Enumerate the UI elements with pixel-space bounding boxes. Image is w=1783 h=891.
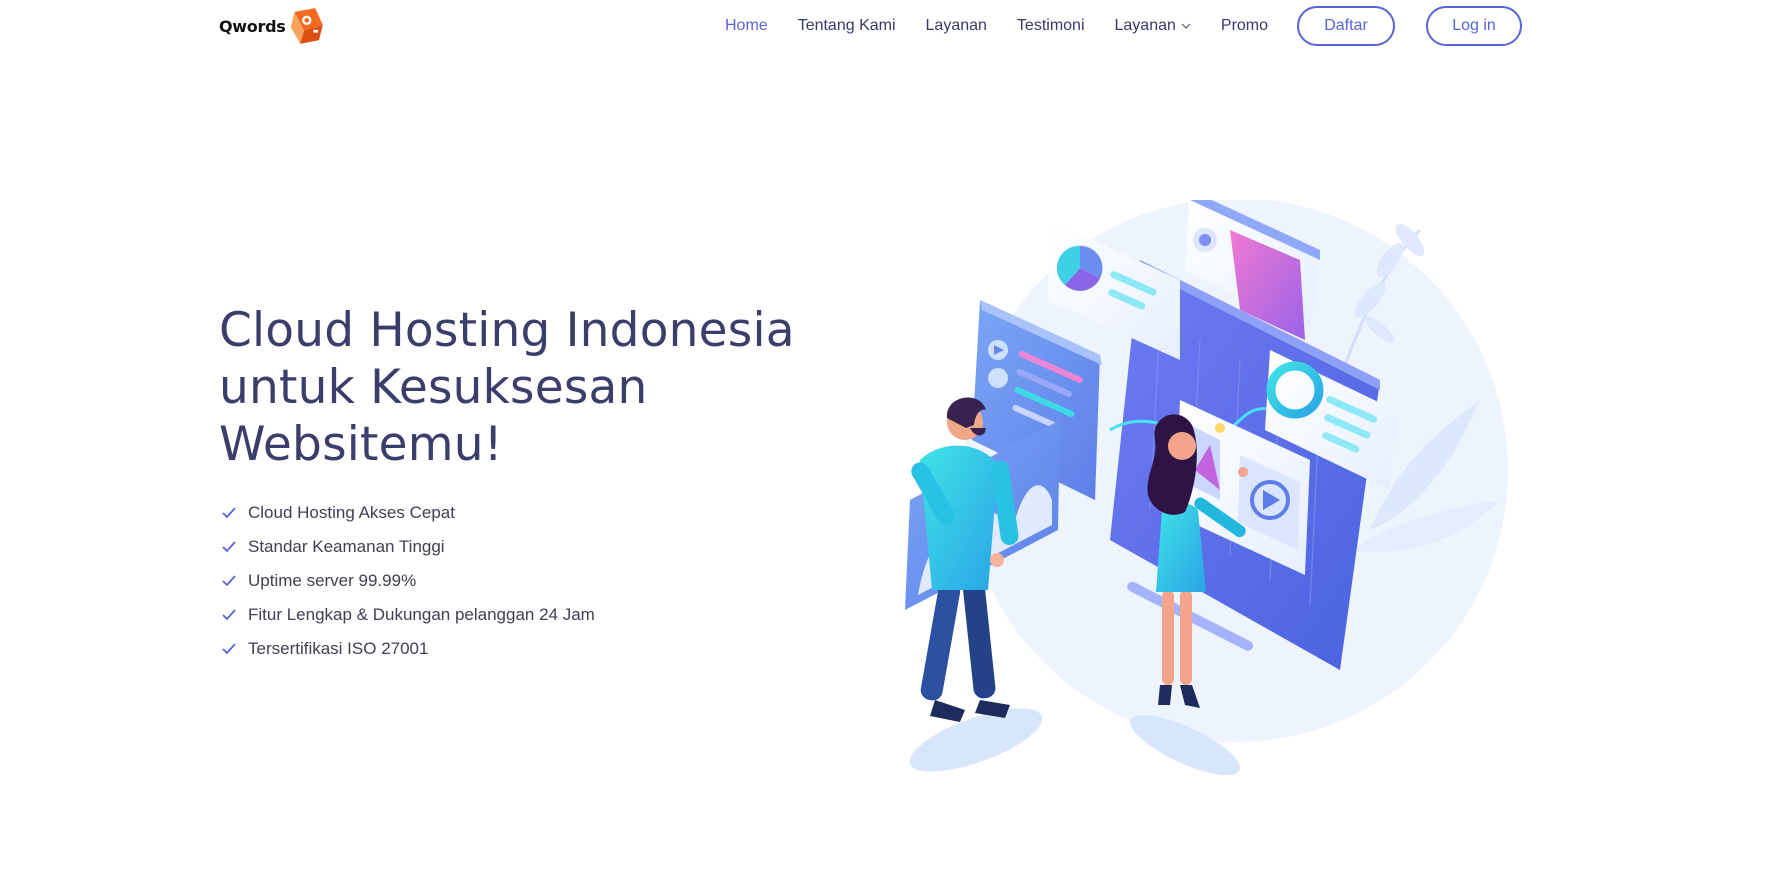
- nav-home[interactable]: Home: [725, 17, 768, 35]
- check-icon: [222, 507, 236, 519]
- check-icon: [222, 575, 236, 587]
- feature-text: Fitur Lengkap & Dukungan pelanggan 24 Ja…: [248, 605, 595, 624]
- hero-illustration: [905, 200, 1508, 776]
- feature-text: Cloud Hosting Akses Cepat: [248, 503, 455, 522]
- logo-text: Qwords: [219, 16, 286, 36]
- check-icon: [222, 541, 236, 553]
- qwords-logo-mark-icon: [291, 8, 324, 44]
- feature-text: Tersertifikasi ISO 27001: [248, 639, 429, 658]
- qwords-logo[interactable]: Qwords: [219, 4, 327, 48]
- feature-item: Uptime server 99.99%: [221, 564, 595, 598]
- feature-item: Tersertifikasi ISO 27001: [221, 632, 595, 666]
- check-icon: [222, 643, 236, 655]
- feature-item: Standar Keamanan Tinggi: [221, 530, 595, 564]
- nav-layanan[interactable]: Layanan: [926, 17, 987, 35]
- feature-item: Cloud Hosting Akses Cepat: [221, 496, 595, 530]
- nav-testimoni[interactable]: Testimoni: [1017, 17, 1085, 35]
- chevron-down-icon: [1181, 23, 1191, 29]
- login-button[interactable]: Log in: [1426, 6, 1522, 46]
- nav-tentang-kami[interactable]: Tentang Kami: [798, 17, 896, 35]
- nav-layanan-dropdown[interactable]: Layanan: [1115, 17, 1191, 35]
- feature-item: Fitur Lengkap & Dukungan pelanggan 24 Ja…: [221, 598, 595, 632]
- daftar-button[interactable]: Daftar: [1297, 6, 1395, 46]
- feature-list: Cloud Hosting Akses Cepat Standar Keaman…: [221, 496, 595, 666]
- main-nav: Home Tentang Kami Layanan Testimoni Laya…: [725, 6, 1298, 46]
- hero-title: Cloud Hosting Indonesia untuk Kesuksesan…: [219, 303, 795, 472]
- nav-promo[interactable]: Promo: [1221, 17, 1268, 35]
- feature-text: Standar Keamanan Tinggi: [248, 537, 445, 556]
- check-icon: [222, 609, 236, 621]
- nav-layanan-dropdown-label: Layanan: [1114, 17, 1176, 34]
- site-header: Qwords Home Tentang Kami Layanan Testimo…: [0, 0, 1783, 52]
- feature-text: Uptime server 99.99%: [248, 571, 417, 590]
